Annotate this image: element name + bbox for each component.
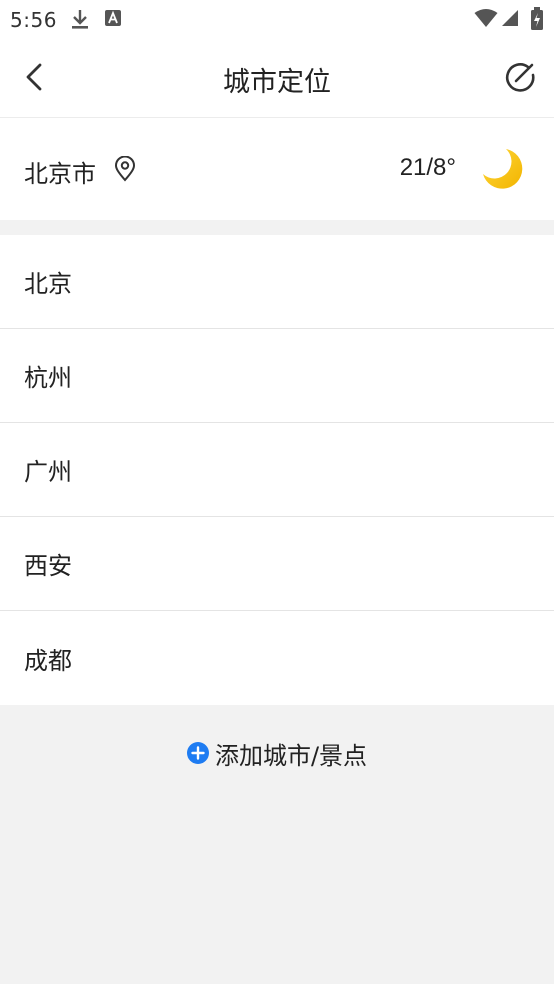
city-row-beijing[interactable]: 北京	[0, 235, 554, 329]
city-row-xian[interactable]: 西安	[0, 517, 554, 611]
signal-icon	[502, 10, 518, 26]
location-pin-icon	[114, 156, 136, 182]
download-icon	[72, 10, 88, 29]
city-name: 成都	[24, 646, 72, 675]
edit-check-icon	[505, 63, 535, 92]
city-name: 西安	[24, 552, 72, 580]
current-city: 北京市	[24, 160, 96, 188]
page-title: 城市定位	[223, 67, 331, 98]
add-city-button[interactable]: 添加城市/景点	[0, 736, 554, 770]
city-name: 广州	[24, 458, 72, 486]
current-location-card[interactable]: 北京市 21/8°	[0, 118, 554, 220]
edit-button[interactable]	[502, 59, 538, 95]
status-time: 5:56	[10, 8, 57, 32]
city-row-hangzhou[interactable]: 杭州	[0, 329, 554, 423]
city-name: 北京	[24, 270, 72, 298]
plus-circle-icon	[186, 742, 209, 764]
city-name: 杭州	[24, 364, 72, 392]
battery-icon	[531, 7, 543, 30]
wifi-icon	[474, 9, 498, 27]
city-row-chengdu[interactable]: 成都	[0, 611, 554, 705]
city-list: 北京 杭州 广州 西安 成都	[0, 235, 554, 705]
add-city-label: 添加城市/景点	[214, 741, 368, 770]
app-notification-icon	[105, 10, 121, 26]
status-bar: 5:56	[0, 0, 554, 38]
city-location-screen: 5:56 城市定位 北京市 21/8° 北京 杭州 广州 西安 成都 添加城市/…	[0, 0, 554, 984]
city-row-guangzhou[interactable]: 广州	[0, 423, 554, 517]
current-temperature: 21/8°	[399, 154, 456, 181]
moon-icon	[483, 149, 523, 189]
nav-bar: 城市定位	[0, 38, 554, 118]
